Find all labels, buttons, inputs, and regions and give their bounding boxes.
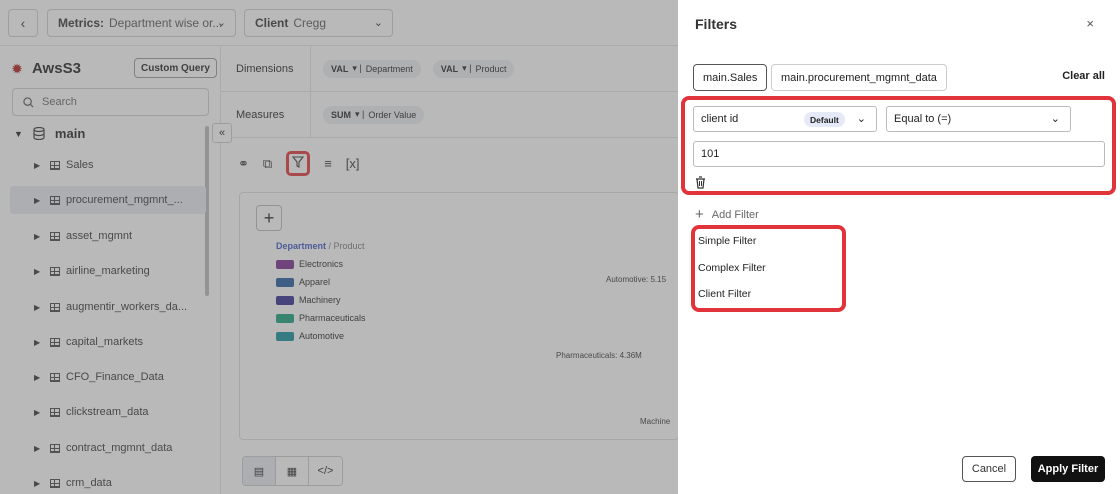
filter-field-select[interactable]: client id Default ⌄ <box>693 106 877 132</box>
menu-simple-filter[interactable]: Simple Filter <box>698 235 756 247</box>
chevron-down-icon: ⌄ <box>1050 113 1060 125</box>
operator-select[interactable]: Equal to (=) ⌄ <box>886 106 1071 132</box>
tab-main-sales[interactable]: main.Sales <box>693 64 768 91</box>
filter-field-value: client id <box>701 113 739 125</box>
cancel-button[interactable]: Cancel <box>962 456 1016 482</box>
add-filter-button[interactable]: + Add Filter <box>695 206 759 223</box>
filters-panel: Filters × main.Sales main.procurement_mg… <box>678 0 1120 494</box>
filter-value-text: 101 <box>701 148 720 160</box>
filter-value-input[interactable]: 101 <box>693 141 1105 167</box>
plus-icon: + <box>695 206 704 223</box>
clear-all-link[interactable]: Clear all <box>1062 70 1105 82</box>
apply-filter-button[interactable]: Apply Filter <box>1031 456 1105 482</box>
modal-overlay[interactable] <box>0 0 678 494</box>
operator-value: Equal to (=) <box>894 113 952 125</box>
app-root: ‹ Metrics: Department wise or... ⌄ Clien… <box>0 0 1120 494</box>
add-filter-label: Add Filter <box>711 208 759 221</box>
default-badge: Default <box>804 112 845 127</box>
menu-client-filter[interactable]: Client Filter <box>698 288 751 300</box>
panel-title: Filters <box>695 16 738 32</box>
chevron-down-icon: ⌄ <box>856 113 866 125</box>
close-icon[interactable]: × <box>1086 16 1094 31</box>
tab-main-procurement[interactable]: main.procurement_mgmnt_data <box>771 64 947 91</box>
trash-icon[interactable] <box>695 176 706 192</box>
menu-complex-filter[interactable]: Complex Filter <box>698 262 766 274</box>
